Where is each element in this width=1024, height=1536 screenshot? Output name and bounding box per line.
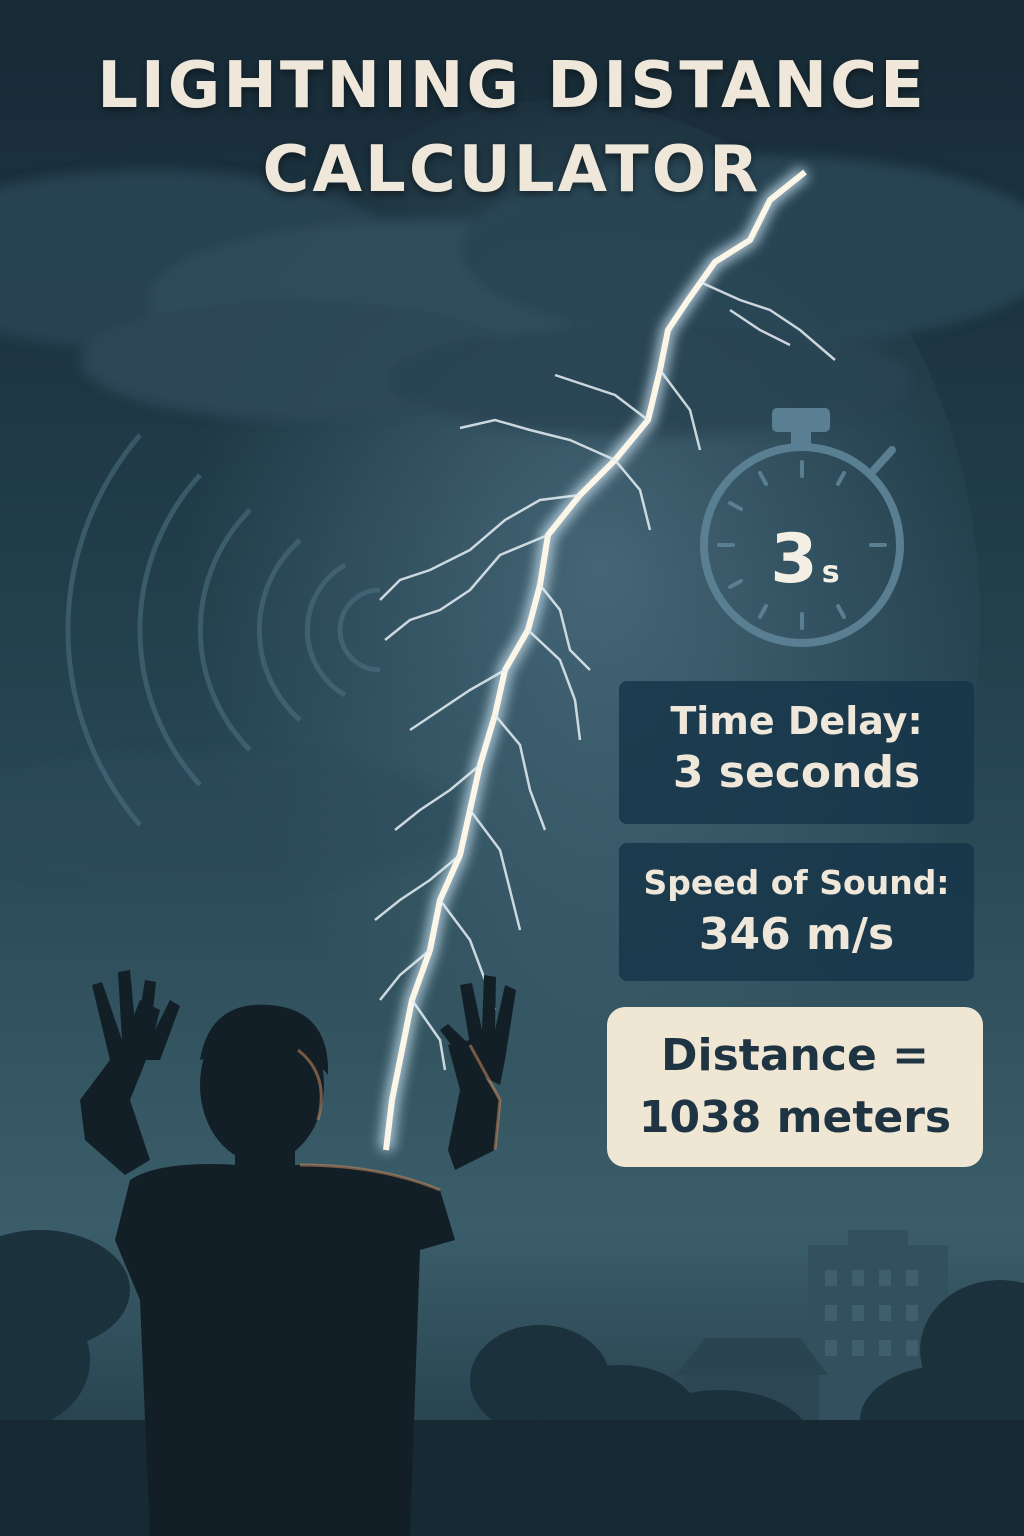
page-title: LIGHTNING DISTANCE CALCULATOR [0, 44, 1024, 212]
speed-of-sound-label: Speed of Sound: [643, 863, 950, 902]
stopwatch-unit: s [821, 555, 840, 590]
distance-result-card: Distance = 1038 meters [607, 1007, 983, 1167]
distance-label: Distance = [661, 1030, 929, 1081]
title-line-2: CALCULATOR [262, 133, 762, 207]
stopwatch-value: 3 [770, 520, 818, 599]
time-delay-card: Time Delay: 3 seconds [619, 681, 974, 824]
time-delay-value: 3 seconds [672, 747, 921, 798]
stopwatch-readout: 3s [740, 520, 870, 599]
speed-of-sound-value: 346 m/s [698, 909, 895, 960]
title-line-1: LIGHTNING DISTANCE [97, 49, 927, 123]
distance-value: 1038 meters [638, 1092, 952, 1143]
speed-of-sound-card: Speed of Sound: 346 m/s [619, 843, 974, 981]
time-delay-label: Time Delay: [670, 699, 923, 743]
